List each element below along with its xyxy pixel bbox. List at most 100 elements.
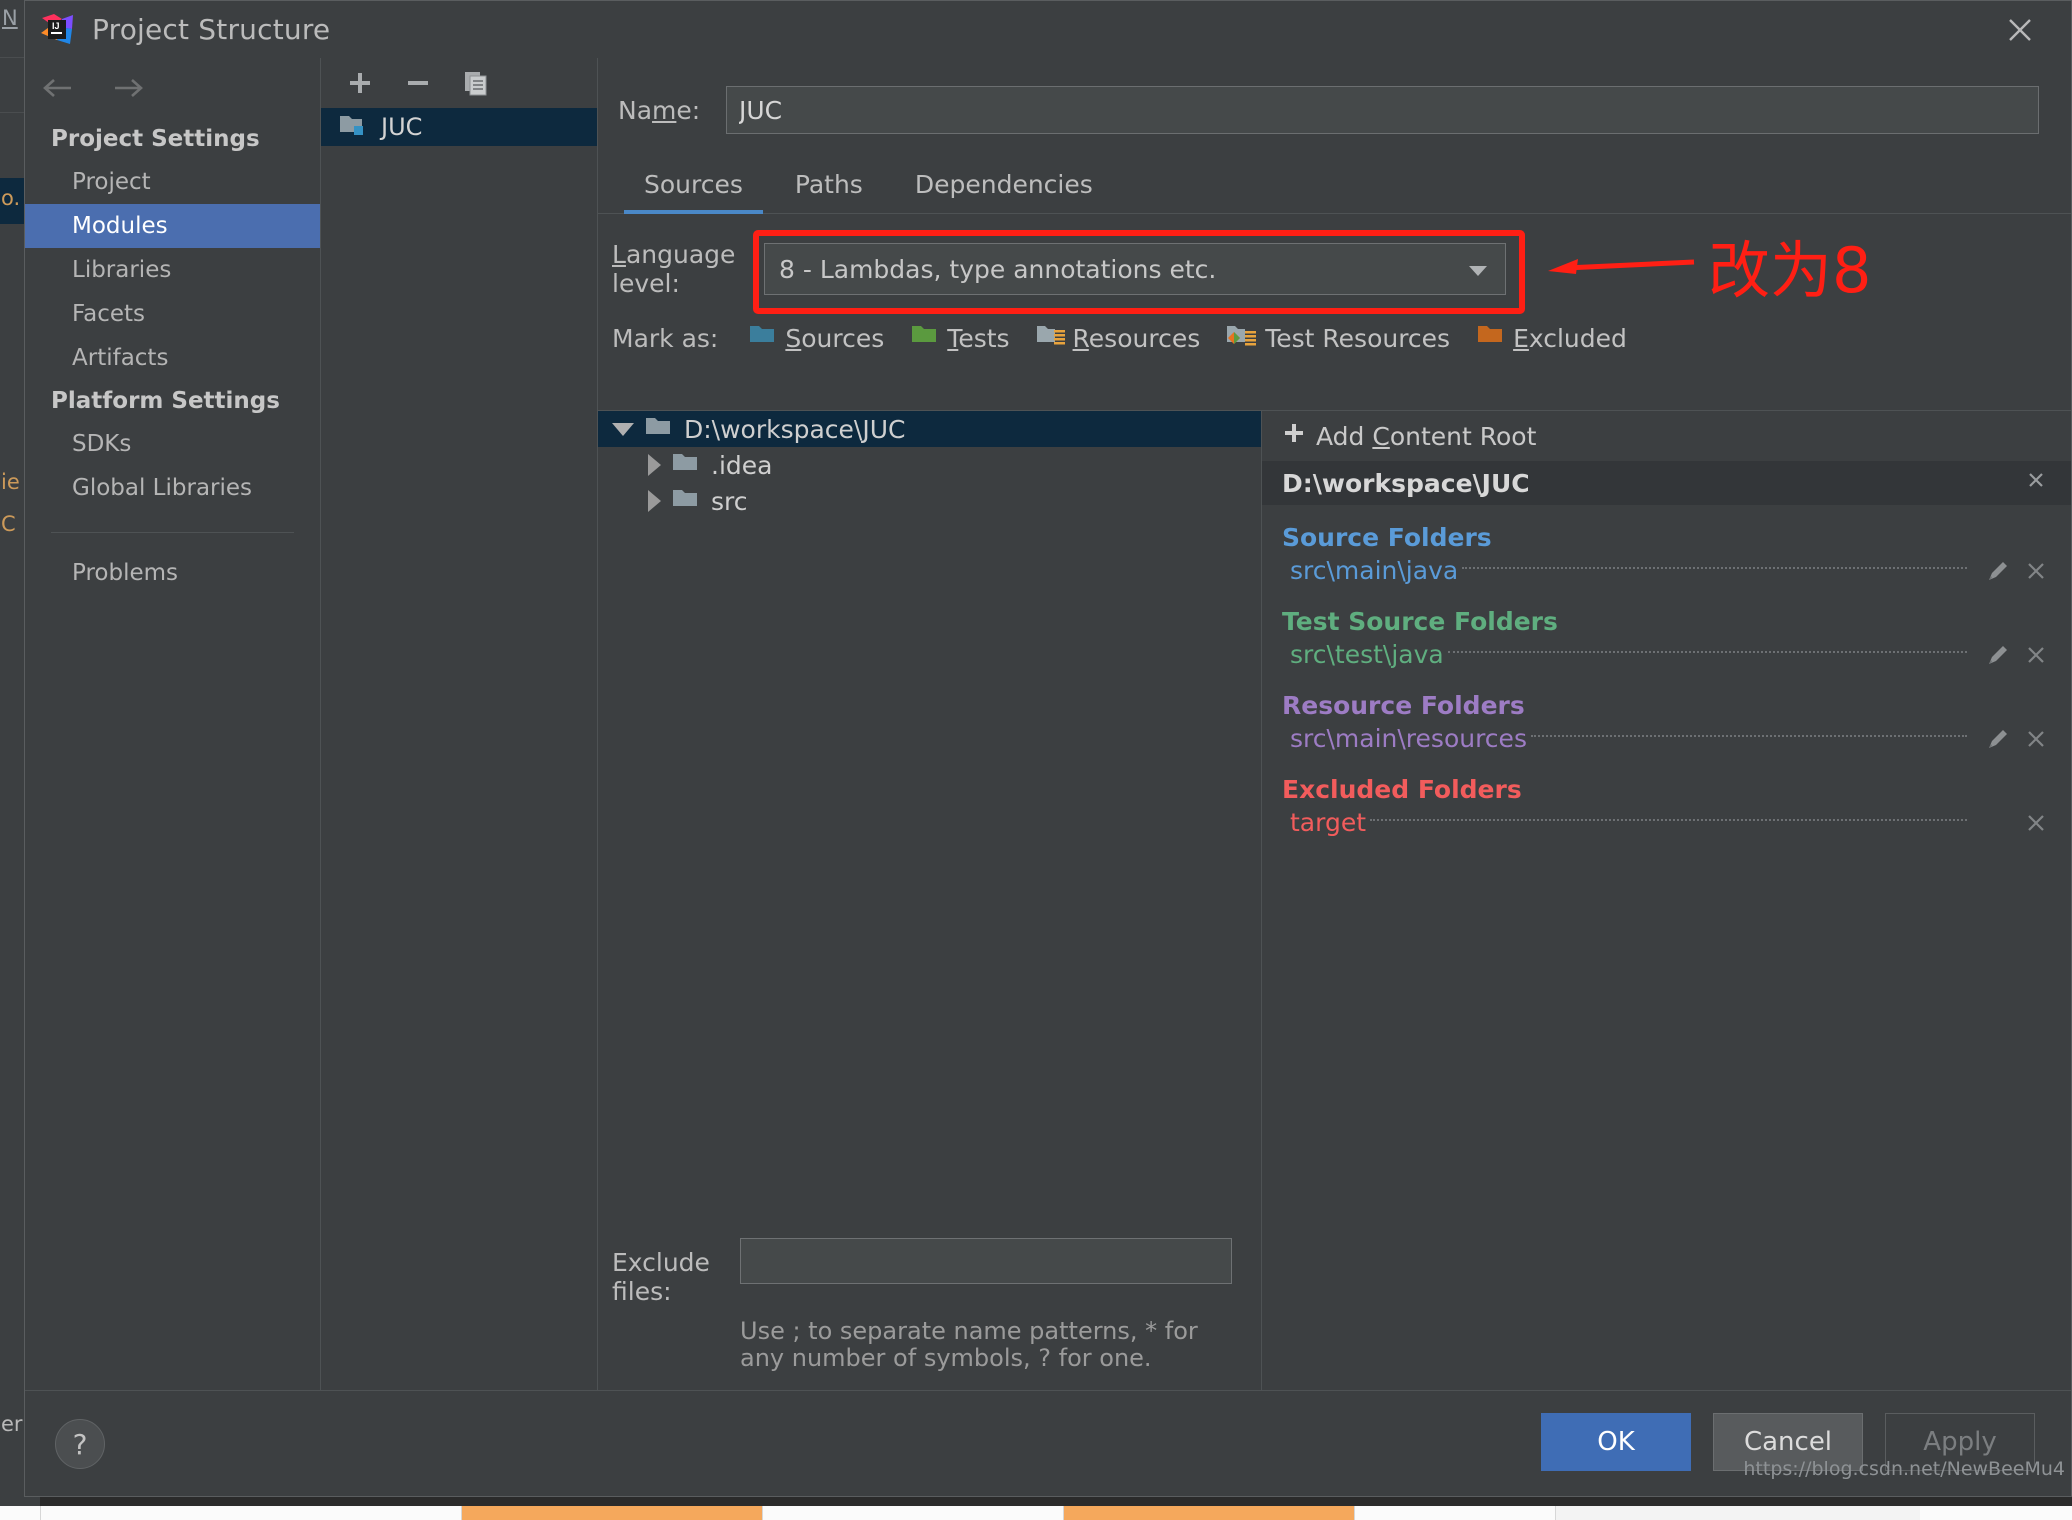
taskbar-item-active[interactable] <box>462 1506 763 1520</box>
background-text-fragment: ie <box>1 470 20 494</box>
close-icon[interactable] <box>2023 642 2049 668</box>
chevron-down-icon <box>1465 255 1491 284</box>
tab-sources[interactable]: Sources <box>618 164 769 214</box>
sidebar-divider <box>51 532 294 533</box>
sidebar-item-artifacts[interactable]: Artifacts <box>25 336 320 380</box>
mark-as-excluded-button[interactable]: Excluded <box>1476 322 1627 354</box>
taskbar-item[interactable] <box>41 1506 462 1520</box>
settings-sidebar: Project Settings Project Modules Librari… <box>25 58 321 1391</box>
plus-icon[interactable] <box>343 66 377 100</box>
folder-entry-name: src\test\java <box>1290 640 1444 669</box>
close-icon[interactable] <box>2023 558 2049 584</box>
tree-row-label: src <box>711 486 748 516</box>
screenshot-root: N o. ie C er 4 IJ <box>0 0 2072 1520</box>
taskbar-item[interactable] <box>0 1506 41 1520</box>
close-icon[interactable] <box>2023 726 2049 752</box>
module-name-row: Name: <box>598 58 2071 134</box>
project-structure-dialog: IJ Project Structure Project Settings Pr… <box>24 0 2072 1497</box>
chevron-down-icon[interactable] <box>612 422 634 436</box>
arrow-right-icon[interactable] <box>109 72 149 104</box>
taskbar-item[interactable] <box>1920 1506 2072 1520</box>
tree-row[interactable]: D:\workspace\JUC <box>598 411 1261 447</box>
module-name-input[interactable] <box>726 86 2039 134</box>
module-list-item-juc[interactable]: JUC <box>321 108 597 146</box>
background-text-fragment: er <box>1 1412 23 1436</box>
folder-entry: src\main\resources <box>1262 720 2071 757</box>
background-text-fragment: N <box>2 6 18 30</box>
folder-entry: src\test\java <box>1262 636 2071 673</box>
tree-row[interactable]: .idea <box>598 447 1261 483</box>
language-level-dropdown[interactable]: 8 - Lambdas, type annotations etc. <box>764 243 1506 295</box>
sources-folder-icon <box>748 322 778 354</box>
mark-as-resources-button[interactable]: Resources <box>1036 322 1201 354</box>
svg-text:IJ: IJ <box>52 21 60 31</box>
resource-folders-title: Resource Folders <box>1282 691 1525 720</box>
folder-entry-name: src\main\java <box>1290 556 1459 585</box>
close-icon[interactable] <box>2023 467 2049 499</box>
sidebar-item-project[interactable]: Project <box>25 160 320 204</box>
folder-icon <box>671 487 701 515</box>
taskbar-item[interactable] <box>763 1506 1064 1520</box>
module-tabs: Sources Paths Dependencies <box>598 164 2071 214</box>
language-level-row: Language level: 8 - Lambdas, type annota… <box>598 214 2071 314</box>
dotted-leader <box>1530 734 1967 737</box>
sidebar-item-libraries[interactable]: Libraries <box>25 248 320 292</box>
pencil-icon[interactable] <box>1985 726 2011 752</box>
plus-icon <box>1282 421 1306 451</box>
ok-button[interactable]: OK <box>1541 1413 1691 1471</box>
mark-as-test-resources-button[interactable]: Test Resources <box>1226 322 1450 354</box>
dialog-title: Project Structure <box>92 13 331 46</box>
folder-entry: src\main\java <box>1262 552 2071 589</box>
mark-as-resources-label: Resources <box>1072 323 1201 353</box>
dotted-leader <box>1370 818 1967 821</box>
mark-as-label: Mark as: <box>612 323 719 353</box>
chevron-right-icon[interactable] <box>648 454 661 476</box>
taskbar-item-active[interactable] <box>1064 1506 1355 1520</box>
mark-as-excluded-label: Excluded <box>1513 323 1627 353</box>
mark-as-tests-label: Tests <box>947 323 1010 353</box>
module-editor-panel: Name: Sources Paths Dependencies Languag… <box>598 58 2071 1391</box>
arrow-left-icon[interactable] <box>39 72 79 104</box>
add-content-root-button[interactable]: Add Content Root <box>1262 411 2071 461</box>
taskbar-item[interactable] <box>1355 1506 1556 1520</box>
content-root-header: D:\workspace\JUC <box>1262 461 2071 505</box>
background-text-fragment: o. <box>1 186 21 210</box>
tab-dependencies[interactable]: Dependencies <box>889 164 1119 213</box>
source-folders-title: Source Folders <box>1282 523 1492 552</box>
exclude-files-input[interactable] <box>740 1237 1232 1284</box>
close-icon[interactable] <box>1999 9 2041 51</box>
pencil-icon[interactable] <box>1985 642 2011 668</box>
content-root-tree: D:\workspace\JUC .idea src Exclude files… <box>598 411 1262 1391</box>
excluded-folder-icon <box>1476 322 1506 354</box>
tab-paths[interactable]: Paths <box>769 164 889 213</box>
sidebar-item-modules[interactable]: Modules <box>25 204 320 248</box>
exclude-files-label: Exclude files: <box>612 1247 710 1306</box>
content-root-path: D:\workspace\JUC <box>1282 468 1530 498</box>
pencil-icon[interactable] <box>1985 558 2011 584</box>
sources-content-area: D:\workspace\JUC .idea src Exclude files… <box>598 410 2071 1391</box>
tree-row-label: D:\workspace\JUC <box>684 414 906 444</box>
test-resources-folder-icon <box>1226 322 1258 354</box>
chevron-right-icon[interactable] <box>648 490 661 512</box>
background-text-fragment: C <box>1 512 16 536</box>
copy-icon[interactable] <box>459 66 493 100</box>
mark-as-sources-button[interactable]: Sources <box>748 322 884 354</box>
sidebar-item-facets[interactable]: Facets <box>25 292 320 336</box>
intellij-idea-logo-icon: IJ <box>40 13 74 47</box>
sidebar-item-problems[interactable]: Problems <box>25 551 320 595</box>
help-button[interactable]: ? <box>55 1419 105 1469</box>
tree-row[interactable]: src <box>598 483 1261 519</box>
content-roots-panel: Add Content Root D:\workspace\JUC Source… <box>1262 411 2071 1391</box>
sidebar-group-project-settings: Project Settings <box>51 126 260 152</box>
folder-icon <box>644 415 674 443</box>
module-list-panel: JUC <box>321 58 598 1391</box>
folder-entry-name: target <box>1290 808 1367 837</box>
test-source-folders-title: Test Source Folders <box>1282 607 1558 636</box>
mark-as-tests-button[interactable]: Tests <box>910 322 1010 354</box>
sidebar-item-sdks[interactable]: SDKs <box>25 422 320 466</box>
minus-icon[interactable] <box>401 66 435 100</box>
close-icon[interactable] <box>2023 810 2049 836</box>
exclude-files-row: Exclude files: <box>612 1237 1261 1306</box>
sidebar-item-global-libraries[interactable]: Global Libraries <box>25 466 320 510</box>
module-name-label: Name: <box>618 95 701 125</box>
